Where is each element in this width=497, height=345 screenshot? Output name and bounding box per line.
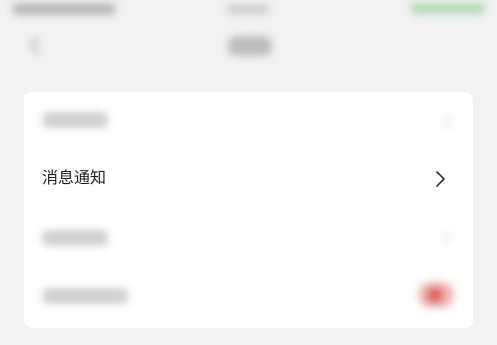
page-header [0,22,497,72]
status-center-placeholder [226,4,270,14]
toggle-knob [428,288,442,302]
row-label-placeholder [42,112,108,128]
settings-row-blurred[interactable] [24,208,473,266]
status-bar [0,0,497,22]
page-title-placeholder [228,36,272,56]
chevron-right-icon [434,170,446,188]
row-label-placeholder [42,288,128,304]
settings-card: 消息通知 [24,92,473,328]
status-time-placeholder [12,3,116,15]
chevron-right-icon [443,114,451,129]
settings-row-toggle-blurred [24,266,473,324]
settings-row-blurred[interactable] [24,92,473,150]
status-indicators-placeholder [410,3,486,14]
row-label-placeholder [42,230,108,246]
notifications-label: 消息通知 [42,168,107,187]
back-chevron-icon[interactable] [26,36,44,54]
notifications-row[interactable]: 消息通知 [24,150,473,208]
chevron-right-icon [443,230,451,245]
